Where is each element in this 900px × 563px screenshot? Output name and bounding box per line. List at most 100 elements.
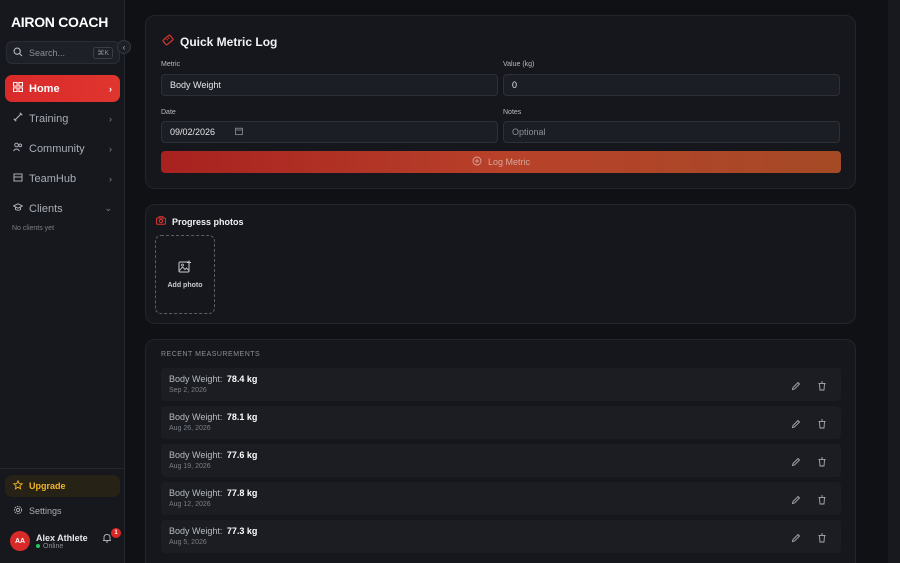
- sidebar-item-home[interactable]: Home ›: [5, 75, 120, 102]
- measurement-value: 77.3 kg: [226, 526, 258, 536]
- notification-badge: 1: [111, 528, 121, 538]
- chevron-down-icon: ⌄: [104, 203, 112, 213]
- image-plus-icon: [178, 260, 192, 276]
- collapse-sidebar-button[interactable]: ‹: [117, 40, 131, 54]
- add-photo-button[interactable]: Add photo: [155, 235, 215, 314]
- measurement-date: Aug 26, 2026: [169, 425, 211, 432]
- user-status-text: Online: [43, 542, 64, 550]
- measurement-value: 77.6 kg: [226, 450, 258, 460]
- notes-field[interactable]: Optional: [503, 121, 840, 143]
- plus-circle-icon: [472, 156, 482, 168]
- users-icon: [13, 142, 23, 155]
- user-profile[interactable]: AA Alex Athlete Online 1: [10, 528, 121, 552]
- measurement-row: Body Weight: 77.8 kg Aug 12, 2026: [161, 482, 841, 515]
- upgrade-label: Upgrade: [29, 481, 66, 491]
- measurement-value: 77.8 kg: [226, 488, 258, 498]
- sidebar-item-label: Training: [29, 112, 69, 125]
- measurement-metric: Body Weight:: [169, 374, 223, 384]
- sidebar-divider: [0, 468, 125, 469]
- add-photo-label: Add photo: [167, 282, 203, 289]
- measurement-value: 78.4 kg: [226, 374, 258, 384]
- gear-icon: [13, 505, 23, 517]
- sidebar-item-label: Home: [29, 82, 60, 95]
- tape-measure-icon: [162, 34, 174, 49]
- measurement-label: Body Weight: 78.1 kg: [169, 412, 257, 422]
- search-placeholder: Search...: [29, 47, 66, 58]
- search-icon: [13, 47, 23, 59]
- chevron-right-icon: ›: [109, 173, 112, 184]
- user-status: Online: [36, 543, 88, 550]
- log-metric-label: Log Metric: [487, 157, 531, 167]
- measurement-date: Sep 2, 2026: [169, 387, 207, 394]
- sidebar-item-label: Clients: [29, 202, 63, 215]
- chevron-right-icon: ›: [109, 83, 112, 94]
- measurement-metric: Body Weight:: [169, 412, 223, 422]
- measurement-date: Aug 19, 2026: [169, 463, 211, 470]
- photos-title: Progress photos: [156, 216, 244, 227]
- sidebar-item-training[interactable]: Training ›: [5, 105, 120, 132]
- metric-label: Metric: [161, 61, 181, 68]
- log-metric-button[interactable]: Log Metric: [161, 151, 841, 173]
- user-name: Alex Athlete: [36, 532, 88, 543]
- photos-title-text: Progress photos: [172, 216, 244, 227]
- no-clients-text: No clients yet: [12, 225, 55, 232]
- edit-icon[interactable]: [791, 416, 801, 429]
- measurement-label: Body Weight: 77.3 kg: [169, 526, 257, 536]
- calendar-icon[interactable]: [235, 127, 243, 137]
- date-field[interactable]: 09/02/2026: [161, 121, 498, 143]
- edit-icon[interactable]: [791, 492, 801, 505]
- chevron-left-icon: ‹: [122, 42, 126, 52]
- value-field-value: 0: [512, 80, 518, 90]
- trash-icon[interactable]: [817, 492, 827, 505]
- notes-label: Notes: [503, 109, 522, 116]
- building-icon: [13, 172, 23, 185]
- measurement-row: Body Weight: 77.3 kg Aug 5, 2026: [161, 520, 841, 553]
- trash-icon[interactable]: [817, 378, 827, 391]
- sidebar-item-community[interactable]: Community ›: [5, 135, 120, 162]
- measurement-row: Body Weight: 78.4 kg Sep 2, 2026: [161, 368, 841, 401]
- sidebar-item-label: Community: [29, 142, 85, 155]
- sidebar-item-clients[interactable]: Clients ⌄: [5, 195, 120, 222]
- upgrade-button[interactable]: Upgrade: [5, 475, 120, 497]
- graduation-cap-icon: [12, 202, 24, 215]
- measurement-date: Aug 5, 2026: [169, 539, 207, 546]
- dumbbell-icon: [13, 112, 23, 125]
- settings-label: Settings: [29, 506, 62, 516]
- search-shortcut: ⌘K: [93, 46, 113, 59]
- measurement-value: 78.1 kg: [226, 412, 258, 422]
- settings-button[interactable]: Settings: [5, 503, 120, 519]
- edit-icon[interactable]: [791, 378, 801, 391]
- measurement-metric: Body Weight:: [169, 526, 223, 536]
- grid-icon: [13, 82, 23, 95]
- sidebar-item-label: TeamHub: [29, 172, 77, 185]
- edit-icon[interactable]: [791, 454, 801, 467]
- measurement-label: Body Weight: 77.8 kg: [169, 488, 257, 498]
- progress-photos-card: Progress photos Add photo: [145, 204, 856, 324]
- date-label: Date: [161, 109, 176, 116]
- measurement-label: Body Weight: 77.6 kg: [169, 450, 257, 460]
- camera-icon: [156, 216, 166, 227]
- chevron-right-icon: ›: [109, 143, 112, 154]
- sidebar: AIRON COACH Search... ⌘K ‹ Home › Traini…: [0, 0, 131, 563]
- trash-icon[interactable]: [817, 454, 827, 467]
- trash-icon[interactable]: [817, 530, 827, 543]
- metric-select[interactable]: Body Weight: [161, 74, 498, 96]
- metric-select-value: Body Weight: [170, 80, 221, 90]
- measurement-row: Body Weight: 77.6 kg Aug 19, 2026: [161, 444, 841, 477]
- chevron-right-icon: ›: [109, 113, 112, 124]
- edit-icon[interactable]: [791, 530, 801, 543]
- measurement-metric: Body Weight:: [169, 450, 223, 460]
- app-logo[interactable]: AIRON COACH: [11, 14, 108, 30]
- online-dot-icon: [36, 544, 40, 548]
- value-field[interactable]: 0: [503, 74, 840, 96]
- value-label: Value (kg): [503, 61, 535, 68]
- sidebar-item-teamhub[interactable]: TeamHub ›: [5, 165, 120, 192]
- trash-icon[interactable]: [817, 416, 827, 429]
- quick-metric-log-card: Quick Metric Log Metric Body Weight Valu…: [145, 15, 856, 189]
- notes-placeholder: Optional: [512, 127, 546, 137]
- card-title: Quick Metric Log: [162, 34, 277, 49]
- recent-measurements-card: RECENT MEASUREMENTS Body Weight: 78.4 kg…: [145, 339, 856, 563]
- scrollbar-track[interactable]: [888, 0, 900, 563]
- star-icon: [12, 479, 24, 492]
- search-input[interactable]: Search... ⌘K: [6, 41, 120, 64]
